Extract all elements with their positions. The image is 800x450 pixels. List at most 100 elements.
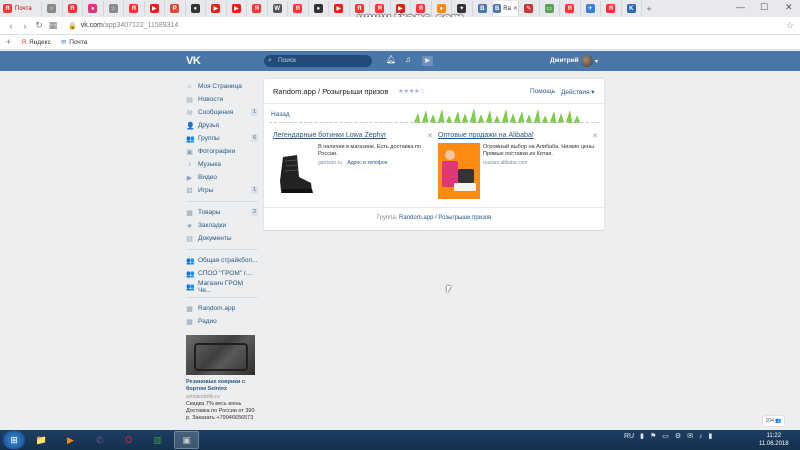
browser-tab-9[interactable]: ▶ [227,1,247,16]
sidebar-item[interactable]: ▦ Товары 2 [186,206,258,219]
battery-icon[interactable]: ▮ [709,432,713,440]
group-link[interactable]: Random.app / Розыгрыши призов [399,215,491,221]
url-field[interactable]: 🔒 vk.com/app3407122_11589314 [68,22,178,30]
avatar[interactable] [581,55,593,67]
browser-tab-6[interactable]: P [165,1,186,16]
sidebar-item[interactable]: 👥 Группы 6 [186,132,258,145]
close-icon[interactable]: ✕ [592,132,598,140]
minimize-icon[interactable]: — [736,2,745,12]
ad-title[interactable]: Резиновые коврики с бортом Seintex [186,379,256,393]
browser-tab-3[interactable]: ☆ [104,1,124,16]
sidebar-item[interactable]: 👥 Магазин ГРОМ Че... [186,280,258,294]
sidebar-item[interactable]: 👥 Общая страйкбол... [186,254,258,267]
taskbar-app-viber[interactable]: ✆ [87,431,112,449]
sidebar-item[interactable]: ★ Закладки [186,219,258,232]
taskbar-clock[interactable]: 11:22 11.06.2018 [759,432,789,448]
browser-tab-2[interactable]: ● [83,1,104,16]
favicon-icon: Я [606,4,616,13]
boot-image[interactable] [273,143,315,199]
sidebar-item[interactable]: ▣ Фотографии [186,145,258,158]
close-icon[interactable]: ✕ [427,132,433,140]
sidebar-item[interactable]: ✉ Сообщения 1 [186,106,258,119]
vk-logo[interactable]: VK [186,55,201,67]
bell-icon[interactable]: 🔔︎ [386,55,396,64]
browser-tab-active[interactable]: В Ra ✕ [493,1,519,16]
browser-tab-8[interactable]: ▶ [206,1,227,16]
forward-arrow-icon[interactable]: › [18,21,32,31]
ad-domain[interactable]: garrison.ru [318,160,342,166]
sidebar-item[interactable]: ▤ Документы [186,232,258,245]
browser-tab-after-1[interactable]: ▭ [540,1,560,16]
browser-tab-7[interactable]: ● [186,1,206,16]
close-window-icon[interactable]: ✕ [785,2,793,13]
network-icon[interactable]: ▮ [640,432,644,440]
browser-tab-5[interactable]: ▶ [145,1,165,16]
chat-badge[interactable]: 104 👥 [763,416,784,426]
browser-tab-after-4[interactable]: Я [601,1,622,16]
back-arrow-icon[interactable]: ‹ [4,21,18,31]
browser-tab-after-5[interactable]: K [622,1,642,16]
sidebar-item[interactable]: ⚄ Игры 1 [186,184,258,197]
footer-divider [264,207,604,208]
bookmark-item[interactable]: ✉ Почта [61,38,88,47]
taskbar-app-monitor[interactable]: ▥ [145,431,170,449]
flag-icon[interactable]: ⚑ [650,432,656,440]
new-tab-button[interactable]: + [642,4,656,14]
sound-icon[interactable]: ♪ [699,433,703,440]
bookmark-item[interactable]: Я Яндекс [21,38,51,46]
mouse-cursor [447,286,451,293]
browser-tab-13[interactable]: ● [309,1,329,16]
browser-tab-10[interactable]: Я [247,1,268,16]
search-input[interactable]: ⌕ Поиск [264,55,372,67]
language-indicator[interactable]: RU [624,433,634,440]
chevron-down-icon[interactable]: ▾ [595,58,598,65]
help-link[interactable]: Помощь [530,88,555,95]
browser-tab-1[interactable]: Я [63,1,83,16]
tabs-grid-icon[interactable]: ▦ [46,20,60,31]
browser-tab-first[interactable]: Я Почта [0,1,42,16]
browser-tab-21[interactable]: В [473,1,493,16]
start-button[interactable]: ⊞ [3,431,25,449]
browser-tab-after-0[interactable]: ✎ [519,1,540,16]
sidebar-item[interactable]: ▤ Новости [186,93,258,106]
bookmark-star-icon[interactable]: ☆ [786,20,794,31]
chat-icon[interactable]: ✉ [687,432,693,440]
car-mat-image[interactable] [186,335,255,375]
ad-contact-link[interactable]: Адрес и телефон [347,160,387,166]
ad-title[interactable]: Оптовые продажи на Alibaba! [438,132,598,139]
sidebar-item[interactable]: ▦ Random.app [186,302,258,315]
sidebar-item[interactable]: ⌂ Моя Страница [186,80,258,93]
sidebar-item[interactable]: ▶ Видео [186,171,258,184]
sidebar-ad[interactable]: Резиновые коврики с бортом Seintex avtol… [186,335,256,422]
sidebar-item[interactable]: ▦ Радио [186,315,258,328]
browser-tab-14[interactable]: ▶ [329,1,350,16]
clock-time: 11:22 [766,433,782,439]
browser-tab-after-2[interactable]: Я [560,1,581,16]
add-bookmark-icon[interactable]: + [6,37,11,47]
gear-icon[interactable]: ⚙ [675,432,681,440]
ad-title[interactable]: Легендарные ботинки Lowa Zephyr [273,132,433,139]
reload-icon[interactable]: ↻ [32,20,46,31]
ad-domain[interactable]: russian.alibaba.com [483,160,527,166]
browser-tab-12[interactable]: Я [288,1,309,16]
play-icon[interactable]: ▶ [422,56,433,66]
sidebar-item[interactable]: 👤 Друзья [186,119,258,132]
user-name[interactable]: Дмитрий [550,57,579,64]
taskbar-app-media[interactable]: ▶ [58,431,83,449]
browser-tab-4[interactable]: Я [124,1,145,16]
taskbar-app-opera[interactable]: O [116,431,141,449]
browser-tab-0[interactable]: ☆ [42,1,63,16]
browser-tab-after-3[interactable]: ✈ [581,1,601,16]
taskbar-app-fraps[interactable]: ▣ [174,431,199,449]
taskbar-app-explorer[interactable]: 📁 [29,431,54,449]
maximize-icon[interactable]: ☐ [760,2,768,13]
sidebar-item[interactable]: 👥 СПОО "ГРОМ" г.... [186,267,258,280]
back-link[interactable]: Назад [271,111,290,118]
actions-dropdown[interactable]: Действия ▾ [561,88,595,96]
alibaba-products-image[interactable] [438,143,480,199]
browser-tab-11[interactable]: W [268,1,288,16]
music-note-icon[interactable]: ♫ [405,55,411,64]
sidebar-item[interactable]: ♪ Музыка [186,158,258,171]
monitor-icon[interactable]: ▭ [662,432,669,440]
close-icon[interactable]: ✕ [513,5,518,12]
